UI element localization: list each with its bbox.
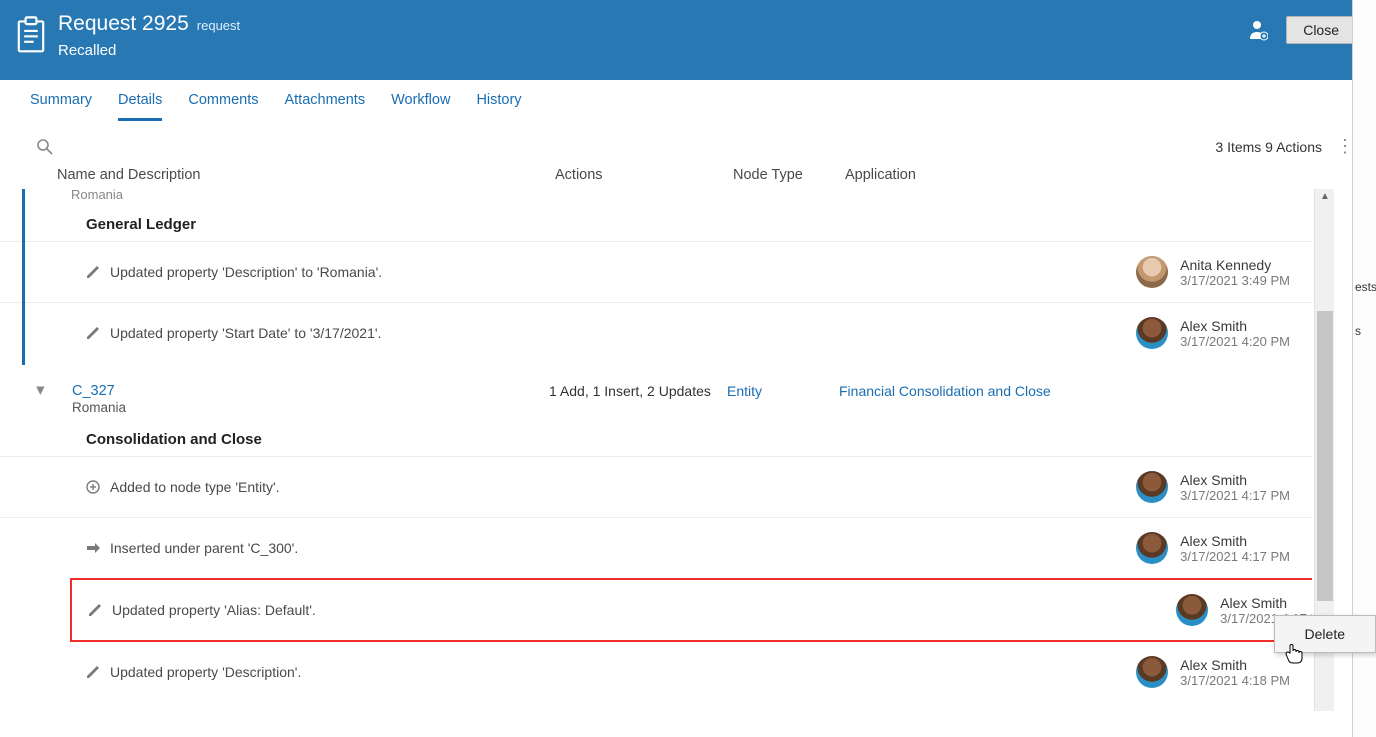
- action-user: Alex Smith 3/17/2021 4:17 PM: [1136, 532, 1290, 564]
- avatar: [1176, 594, 1208, 626]
- context-menu-delete[interactable]: Delete: [1305, 626, 1345, 642]
- pencil-icon: [88, 603, 102, 617]
- action-row[interactable]: Updated property 'Start Date' to '3/17/2…: [0, 302, 1312, 363]
- action-user: Alex Smith 3/17/2021 4:17 PM: [1136, 471, 1290, 503]
- selection-accent: [22, 189, 25, 365]
- close-button[interactable]: Close: [1286, 16, 1356, 44]
- action-user: Alex Smith 3/17/2021 4:18 PM: [1136, 656, 1290, 688]
- action-text: Updated property 'Alias: Default'.: [112, 602, 1176, 618]
- status-badge: Recalled: [58, 42, 1248, 59]
- highlighted-action-row[interactable]: Updated property 'Alias: Default'. Alex …: [70, 578, 1312, 642]
- details-toolbar: 3 Items 9 Actions ⋮: [0, 122, 1376, 163]
- action-user: Anita Kennedy 3/17/2021 3:49 PM: [1136, 256, 1290, 288]
- action-row[interactable]: Updated property 'Description' to 'Roman…: [0, 241, 1312, 302]
- action-text: Added to node type 'Entity'.: [110, 479, 1136, 495]
- search-icon[interactable]: [36, 138, 54, 156]
- avatar: [1136, 656, 1168, 688]
- item-group-1: Romania General Ledger Updated property …: [0, 189, 1312, 363]
- action-text: Inserted under parent 'C_300'.: [110, 540, 1136, 556]
- avatar: [1136, 256, 1168, 288]
- item-application-link[interactable]: Financial Consolidation and Close: [839, 383, 1051, 399]
- user-time: 3/17/2021 4:18 PM: [1180, 673, 1290, 688]
- section-general-ledger: General Ledger: [86, 216, 1312, 233]
- col-application: Application: [845, 167, 1354, 183]
- tab-history[interactable]: History: [476, 92, 521, 121]
- section-consolidation: Consolidation and Close: [86, 431, 1312, 448]
- avatar: [1136, 317, 1168, 349]
- page-title: Request 2925: [58, 12, 189, 36]
- bg-text: s: [1355, 324, 1361, 338]
- user-name: Alex Smith: [1180, 318, 1290, 334]
- insert-arrow-icon: [86, 541, 100, 555]
- user-time: 3/17/2021 4:20 PM: [1180, 334, 1290, 349]
- assign-user-icon[interactable]: [1248, 19, 1268, 41]
- bg-text: ests: [1355, 280, 1376, 294]
- pencil-icon: [86, 665, 100, 679]
- item-subtitle: Romania: [72, 400, 549, 415]
- item-nodetype-link[interactable]: Entity: [727, 383, 839, 399]
- column-headers: Name and Description Actions Node Type A…: [0, 163, 1376, 189]
- item-subtitle: Romania: [71, 189, 1312, 202]
- tab-details[interactable]: Details: [118, 92, 162, 121]
- action-text: Updated property 'Description' to 'Roman…: [110, 264, 1136, 280]
- col-actions: Actions: [555, 167, 733, 183]
- action-row[interactable]: Added to node type 'Entity'. Alex Smith …: [0, 456, 1312, 517]
- item-row[interactable]: ▶ C_327 Romania 1 Add, 1 Insert, 2 Updat…: [0, 363, 1312, 417]
- user-time: 3/17/2021 4:17 PM: [1180, 549, 1290, 564]
- tab-attachments[interactable]: Attachments: [284, 92, 365, 121]
- caret-icon[interactable]: ▶: [35, 387, 48, 401]
- user-time: 3/17/2021 3:49 PM: [1180, 273, 1290, 288]
- scrollbar-up-icon[interactable]: ▲: [1315, 189, 1335, 207]
- pencil-icon: [86, 265, 100, 279]
- user-name: Alex Smith: [1180, 657, 1290, 673]
- add-icon: [86, 480, 100, 494]
- items-summary: 3 Items 9 Actions: [1215, 139, 1322, 155]
- clipboard-icon: [14, 16, 48, 54]
- action-text: Updated property 'Start Date' to '3/17/2…: [110, 325, 1136, 341]
- tab-workflow[interactable]: Workflow: [391, 92, 450, 121]
- action-text: Updated property 'Description'.: [110, 664, 1136, 680]
- user-name: Alex Smith: [1180, 533, 1290, 549]
- user-name: Alex Smith: [1180, 472, 1290, 488]
- tab-comments[interactable]: Comments: [188, 92, 258, 121]
- action-row[interactable]: Inserted under parent 'C_300'. Alex Smit…: [0, 517, 1312, 578]
- col-name: Name and Description: [57, 167, 555, 183]
- window-header: Request 2925 request Recalled Close: [0, 0, 1376, 80]
- tab-summary[interactable]: Summary: [30, 92, 92, 121]
- action-row[interactable]: Updated property 'Description'. Alex Smi…: [0, 642, 1312, 702]
- tab-bar: Summary Details Comments Attachments Wor…: [0, 80, 1376, 122]
- action-user: Alex Smith 3/17/2021 4:20 PM: [1136, 317, 1290, 349]
- user-name: Alex Smith: [1220, 595, 1312, 611]
- user-time: 3/17/2021 4:17 PM: [1180, 488, 1290, 503]
- avatar: [1136, 532, 1168, 564]
- details-content: Romania General Ledger Updated property …: [0, 189, 1376, 711]
- pencil-icon: [86, 326, 100, 340]
- page-subtype: request: [197, 18, 240, 33]
- avatar: [1136, 471, 1168, 503]
- col-nodetype: Node Type: [733, 167, 845, 183]
- item-actions-summary: 1 Add, 1 Insert, 2 Updates: [549, 383, 727, 399]
- item-name-link[interactable]: C_327: [72, 383, 549, 399]
- cursor-hand-icon: [1284, 641, 1304, 665]
- scrollbar-thumb[interactable]: [1317, 311, 1333, 601]
- user-name: Anita Kennedy: [1180, 257, 1290, 273]
